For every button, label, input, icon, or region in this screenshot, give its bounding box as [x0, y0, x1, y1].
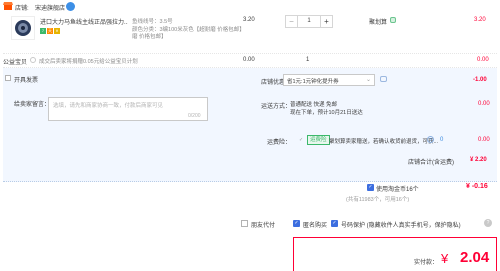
- store-promo-amount: -1.00: [473, 77, 487, 83]
- shipping-insurance-label: 运费险：: [267, 140, 292, 146]
- delivery-fee: 0.00: [478, 101, 490, 107]
- coins-discount: ¥ -0.16: [466, 183, 488, 190]
- store-label: 店铺:: [15, 6, 29, 12]
- coins-label[interactable]: 使用淘金币16个: [376, 184, 419, 193]
- charity-total: 0.00: [477, 57, 489, 63]
- number-protection-checkbox[interactable]: ✓: [331, 220, 338, 227]
- quantity-increase-button[interactable]: +: [320, 16, 332, 27]
- invoice-label[interactable]: 开具发票: [14, 75, 38, 84]
- charity-info-icon: [30, 57, 36, 63]
- quantity-input[interactable]: 1: [298, 16, 320, 27]
- product-spec-line: 鱼线线号：3.5号: [132, 19, 173, 25]
- quantity-stepper: − 1 +: [285, 15, 333, 28]
- seller-message-char-count: 0/200: [188, 113, 201, 119]
- shipping-insurance-price: 0: [440, 137, 444, 143]
- chat-icon[interactable]: [380, 76, 387, 82]
- charity-label: 公益宝贝: [3, 60, 28, 66]
- seven-day-return-icon: 7: [40, 28, 46, 34]
- checkmark-icon: ✓: [299, 137, 304, 143]
- shipping-insurance-total: 0.00: [478, 137, 490, 143]
- store-icon: [3, 2, 13, 11]
- store-name-link[interactable]: 宋迪旗舰店: [35, 3, 65, 12]
- quantity-decrease-button[interactable]: −: [286, 16, 298, 27]
- item-subtotal: 3.20: [474, 17, 486, 23]
- price-guarantee-icon: ¥: [54, 28, 60, 34]
- chat-icon[interactable]: [390, 17, 396, 23]
- seller-message-placeholder: 选填，请先和商家协商一致，付款后商家可见: [53, 103, 164, 109]
- store-total-value: ¥ 2.20: [470, 157, 487, 163]
- coins-checkbox[interactable]: ✓: [367, 184, 374, 191]
- seller-message-label: 给卖家留言：: [14, 102, 51, 108]
- tmall-badge-icon: 天: [47, 28, 53, 34]
- unit-price: 3.20: [243, 17, 255, 23]
- store-total-label: 店铺合计(含运费): [408, 160, 454, 166]
- help-icon[interactable]: ?: [484, 219, 492, 227]
- delivery-method-label: 运送方式：: [261, 104, 292, 110]
- product-spec-extra: 磨 价格包邮】: [132, 34, 167, 40]
- coins-balance-note: (共有11983个，可用16个): [346, 197, 410, 203]
- delivery-eta: 现在下单，预计10月21日送达: [290, 110, 363, 116]
- actual-payment-label: 实付款：: [414, 260, 439, 266]
- help-icon[interactable]: ?: [427, 136, 434, 143]
- friend-pay-label[interactable]: 朋友代付: [251, 220, 275, 229]
- anonymous-label[interactable]: 匿名购买: [303, 220, 327, 229]
- charity-description: 成交后卖家将捐赠0.05元给公益宝贝计划: [39, 59, 138, 65]
- number-protection-label[interactable]: 号码保护 (隐藏收件人真实手机号，保护隐私): [341, 220, 461, 229]
- actual-payment-amount: 2.04: [460, 249, 490, 266]
- charity-price: 0.00: [243, 57, 255, 63]
- anonymous-checkbox[interactable]: ✓: [293, 220, 300, 227]
- charity-quantity: 1: [306, 57, 310, 63]
- store-verified-icon: [66, 2, 75, 11]
- invoice-checkbox[interactable]: [5, 75, 11, 81]
- shipping-insurance-description: 聚划算卖家赠送，若确认收货前退货，可获...: [329, 139, 439, 145]
- promo-type-label: 聚划算: [369, 20, 388, 26]
- chevron-down-icon[interactable]: ⌄: [366, 76, 371, 83]
- friend-pay-checkbox[interactable]: [241, 220, 248, 227]
- product-title-link[interactable]: 进口大力马鱼线主线正品强拉力...: [40, 17, 128, 26]
- currency-symbol: ¥: [441, 251, 449, 266]
- delivery-method: 普通配送 快递 免邮: [290, 102, 338, 108]
- product-thumbnail[interactable]: [11, 16, 35, 40]
- store-promo-selected[interactable]: 省1元:1元钟化提升券: [287, 77, 339, 85]
- store-header: [0, 0, 500, 14]
- shipping-insurance-tag: 运费险: [307, 135, 330, 145]
